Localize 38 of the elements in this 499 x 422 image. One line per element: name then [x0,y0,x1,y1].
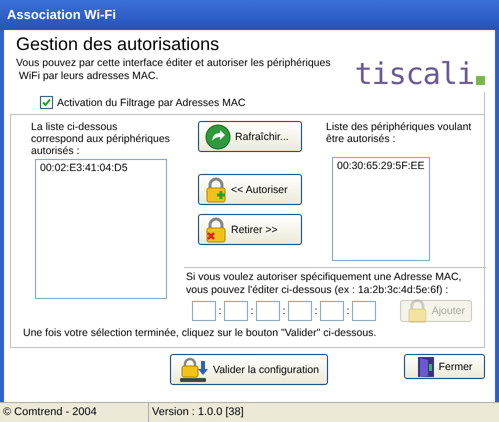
page-title: Gestion des autorisations [16,34,220,55]
hint-text: Une fois votre sélection terminée, cliquez sur le bouton "Valider" ci-dessous. [23,327,378,339]
refresh-button[interactable]: Rafraîchir... [198,121,302,152]
pending-list[interactable]: 00:30:65:29:5F:EE [332,157,430,261]
logo: tiscali [354,44,485,92]
mac-octet-field[interactable] [256,301,280,321]
filter-checkbox[interactable]: Activation du Filtrage par Adresses MAC [18,92,484,114]
mac-octet-field[interactable] [192,301,216,321]
separator-text: : [282,305,286,317]
mac-octet-field[interactable] [224,301,248,321]
check-icon [42,98,51,107]
refresh-icon [205,124,231,150]
padlock-plus-icon [205,176,227,202]
door-icon [416,356,435,378]
separator-text: : [218,305,222,317]
authorize-button[interactable]: << Autoriser [198,174,302,205]
list-item[interactable]: 00:30:65:29:5F:EE [337,160,425,172]
list-item[interactable]: 00:02:E3:41:04:D5 [40,162,162,174]
validate-button[interactable]: Valider la configuration [170,354,328,385]
remove-button[interactable]: Retirer >> [198,214,302,245]
separator-text: : [346,305,350,317]
separator-text: : [250,305,254,317]
manual-mac-label: Si vous voulez autoriser spécifiquement une Adresse MAC, vous pouvez l'éditer ci-dessous (ex : 1a:2b:3c:4d:5e:6f) : [186,271,462,297]
padlock-cross-icon [205,216,227,242]
mac-octet-field[interactable] [320,301,344,321]
description-text: Vous pouvez par cette interface éditer et autoriser les périphériques WiFi par leurs adresses MAC. [16,57,331,83]
pending-list-label: Liste des périphériques voulant être autorisés : [326,121,472,147]
mac-octet-field[interactable] [288,301,312,321]
window-title: Association Wi-Fi [0,0,499,30]
authorized-list[interactable]: 00:02:E3:41:04:D5 [35,159,167,299]
status-text: © Comtrend - 2004 [0,403,149,422]
status-text: Version : 1.0.0 [38] [151,405,244,420]
padlock-arrow-icon [178,356,209,382]
mac-octet-field[interactable] [352,301,376,321]
authorized-list-label: La liste ci-dessous correspond aux périphériques autorisés : [31,121,171,159]
padlock-icon [407,298,428,324]
separator-text: : [314,305,318,317]
close-button[interactable]: Fermer [404,354,485,379]
